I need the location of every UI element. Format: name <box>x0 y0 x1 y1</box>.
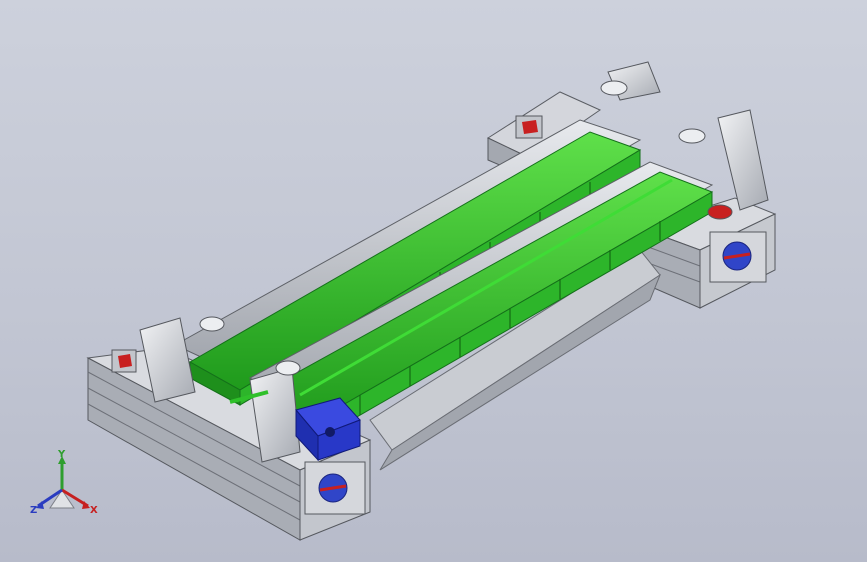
triad-z-label: Z <box>30 505 38 516</box>
triad-y-label: Y <box>58 449 66 460</box>
conveyor-assembly-model[interactable] <box>0 0 867 562</box>
cad-3d-viewport[interactable]: Y X Z <box>0 0 867 562</box>
view-orientation-triad[interactable]: Y X Z <box>22 446 106 526</box>
triad-x-label: X <box>90 505 98 516</box>
